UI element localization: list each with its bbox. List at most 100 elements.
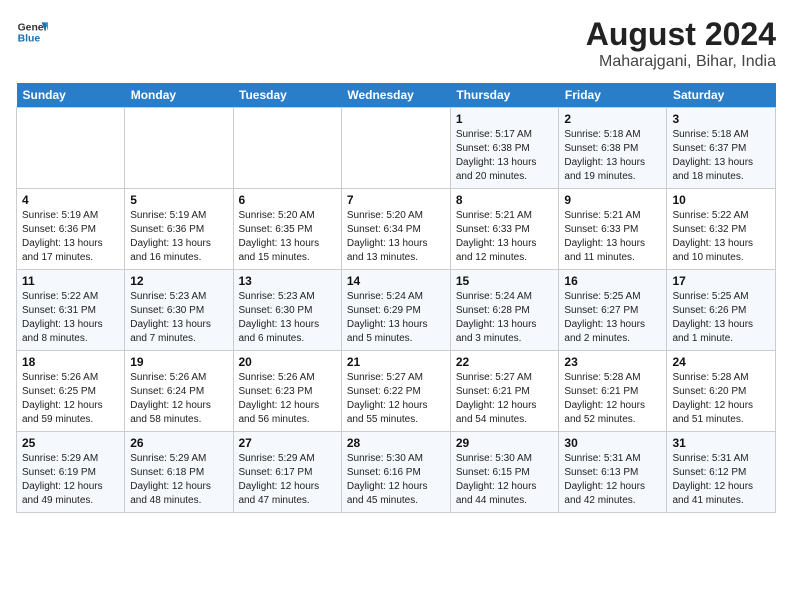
day-info: Sunrise: 5:29 AM Sunset: 6:19 PM Dayligh…: [22, 452, 119, 508]
day-info: Sunrise: 5:22 AM Sunset: 6:31 PM Dayligh…: [22, 290, 119, 346]
column-header-monday: Monday: [125, 83, 233, 108]
day-number: 11: [22, 274, 119, 288]
calendar-cell: 22 Sunrise: 5:27 AM Sunset: 6:21 PM Dayli…: [450, 351, 559, 432]
day-info: Sunrise: 5:23 AM Sunset: 6:30 PM Dayligh…: [239, 290, 336, 346]
day-info: Sunrise: 5:21 AM Sunset: 6:33 PM Dayligh…: [564, 209, 661, 265]
day-info: Sunrise: 5:19 AM Sunset: 6:36 PM Dayligh…: [22, 209, 119, 265]
calendar-cell: 7 Sunrise: 5:20 AM Sunset: 6:34 PM Daylig…: [341, 189, 450, 270]
day-number: 20: [239, 355, 336, 369]
day-info: Sunrise: 5:31 AM Sunset: 6:12 PM Dayligh…: [672, 452, 770, 508]
calendar-cell: 17 Sunrise: 5:25 AM Sunset: 6:26 PM Dayli…: [667, 270, 776, 351]
day-number: 25: [22, 436, 119, 450]
column-header-thursday: Thursday: [450, 83, 559, 108]
calendar-cell: [233, 108, 341, 189]
day-info: Sunrise: 5:31 AM Sunset: 6:13 PM Dayligh…: [564, 452, 661, 508]
day-info: Sunrise: 5:26 AM Sunset: 6:24 PM Dayligh…: [130, 371, 227, 427]
calendar-cell: 10 Sunrise: 5:22 AM Sunset: 6:32 PM Dayli…: [667, 189, 776, 270]
day-number: 22: [456, 355, 554, 369]
day-number: 4: [22, 193, 119, 207]
day-number: 30: [564, 436, 661, 450]
day-number: 1: [456, 112, 554, 126]
page-subtitle: Maharajgani, Bihar, India: [586, 53, 776, 71]
calendar-cell: 23 Sunrise: 5:28 AM Sunset: 6:21 PM Dayli…: [559, 351, 667, 432]
day-info: Sunrise: 5:28 AM Sunset: 6:21 PM Dayligh…: [564, 371, 661, 427]
calendar-cell: 5 Sunrise: 5:19 AM Sunset: 6:36 PM Daylig…: [125, 189, 233, 270]
page-title: August 2024: [586, 16, 776, 53]
day-info: Sunrise: 5:29 AM Sunset: 6:18 PM Dayligh…: [130, 452, 227, 508]
calendar-cell: 12Sunrise: 5:23 AM Sunset: 6:30 PM Dayli…: [125, 270, 233, 351]
day-info: Sunrise: 5:25 AM Sunset: 6:26 PM Dayligh…: [672, 290, 770, 346]
calendar-cell: 28 Sunrise: 5:30 AM Sunset: 6:16 PM Dayli…: [341, 432, 450, 513]
day-info: Sunrise: 5:30 AM Sunset: 6:16 PM Dayligh…: [347, 452, 445, 508]
day-number: 16: [564, 274, 661, 288]
day-info: Sunrise: 5:18 AM Sunset: 6:38 PM Dayligh…: [564, 128, 661, 184]
calendar-cell: 30 Sunrise: 5:31 AM Sunset: 6:13 PM Dayli…: [559, 432, 667, 513]
calendar-cell: 9 Sunrise: 5:21 AM Sunset: 6:33 PM Daylig…: [559, 189, 667, 270]
day-info: Sunrise: 5:28 AM Sunset: 6:20 PM Dayligh…: [672, 371, 770, 427]
day-info: Sunrise: 5:22 AM Sunset: 6:32 PM Dayligh…: [672, 209, 770, 265]
calendar-week-5: 25 Sunrise: 5:29 AM Sunset: 6:19 PM Dayli…: [17, 432, 776, 513]
calendar-cell: 25 Sunrise: 5:29 AM Sunset: 6:19 PM Dayli…: [17, 432, 125, 513]
calendar-cell: 2 Sunrise: 5:18 AM Sunset: 6:38 PM Daylig…: [559, 108, 667, 189]
day-number: 10: [672, 193, 770, 207]
calendar-week-3: 11 Sunrise: 5:22 AM Sunset: 6:31 PM Dayli…: [17, 270, 776, 351]
day-number: 14: [347, 274, 445, 288]
column-header-tuesday: Tuesday: [233, 83, 341, 108]
calendar-cell: [341, 108, 450, 189]
logo: General Blue: [16, 16, 48, 48]
day-number: 29: [456, 436, 554, 450]
day-number: 24: [672, 355, 770, 369]
day-number: 13: [239, 274, 336, 288]
calendar-cell: [125, 108, 233, 189]
day-info: Sunrise: 5:24 AM Sunset: 6:29 PM Dayligh…: [347, 290, 445, 346]
day-info: Sunrise: 5:23 AM Sunset: 6:30 PM Dayligh…: [130, 290, 227, 346]
column-header-sunday: Sunday: [17, 83, 125, 108]
day-info: Sunrise: 5:26 AM Sunset: 6:25 PM Dayligh…: [22, 371, 119, 427]
calendar-week-2: 4 Sunrise: 5:19 AM Sunset: 6:36 PM Daylig…: [17, 189, 776, 270]
day-info: Sunrise: 5:29 AM Sunset: 6:17 PM Dayligh…: [239, 452, 336, 508]
day-info: Sunrise: 5:27 AM Sunset: 6:21 PM Dayligh…: [456, 371, 554, 427]
calendar-cell: 15 Sunrise: 5:24 AM Sunset: 6:28 PM Dayli…: [450, 270, 559, 351]
day-info: Sunrise: 5:20 AM Sunset: 6:35 PM Dayligh…: [239, 209, 336, 265]
calendar-cell: [17, 108, 125, 189]
day-number: 2: [564, 112, 661, 126]
day-number: 15: [456, 274, 554, 288]
calendar-cell: 1 Sunrise: 5:17 AM Sunset: 6:38 PM Daylig…: [450, 108, 559, 189]
calendar-cell: 19 Sunrise: 5:26 AM Sunset: 6:24 PM Dayli…: [125, 351, 233, 432]
day-number: 26: [130, 436, 227, 450]
calendar-cell: 21Sunrise: 5:27 AM Sunset: 6:22 PM Dayli…: [341, 351, 450, 432]
day-info: Sunrise: 5:20 AM Sunset: 6:34 PM Dayligh…: [347, 209, 445, 265]
calendar-cell: 20 Sunrise: 5:26 AM Sunset: 6:23 PM Dayli…: [233, 351, 341, 432]
day-number: 19: [130, 355, 227, 369]
day-number: 23: [564, 355, 661, 369]
day-number: 17: [672, 274, 770, 288]
calendar-cell: 26 Sunrise: 5:29 AM Sunset: 6:18 PM Dayli…: [125, 432, 233, 513]
column-header-wednesday: Wednesday: [341, 83, 450, 108]
calendar-cell: 31Sunrise: 5:31 AM Sunset: 6:12 PM Dayli…: [667, 432, 776, 513]
day-number: 28: [347, 436, 445, 450]
calendar-cell: 6 Sunrise: 5:20 AM Sunset: 6:35 PM Daylig…: [233, 189, 341, 270]
calendar-cell: 27 Sunrise: 5:29 AM Sunset: 6:17 PM Dayli…: [233, 432, 341, 513]
calendar-table: SundayMondayTuesdayWednesdayThursdayFrid…: [16, 83, 776, 513]
day-info: Sunrise: 5:26 AM Sunset: 6:23 PM Dayligh…: [239, 371, 336, 427]
day-number: 18: [22, 355, 119, 369]
calendar-week-1: 1 Sunrise: 5:17 AM Sunset: 6:38 PM Daylig…: [17, 108, 776, 189]
calendar-cell: 24 Sunrise: 5:28 AM Sunset: 6:20 PM Dayli…: [667, 351, 776, 432]
day-info: Sunrise: 5:25 AM Sunset: 6:27 PM Dayligh…: [564, 290, 661, 346]
calendar-cell: 4 Sunrise: 5:19 AM Sunset: 6:36 PM Daylig…: [17, 189, 125, 270]
day-number: 27: [239, 436, 336, 450]
day-number: 5: [130, 193, 227, 207]
column-header-saturday: Saturday: [667, 83, 776, 108]
day-number: 6: [239, 193, 336, 207]
calendar-cell: 8Sunrise: 5:21 AM Sunset: 6:33 PM Daylig…: [450, 189, 559, 270]
day-info: Sunrise: 5:21 AM Sunset: 6:33 PM Dayligh…: [456, 209, 554, 265]
day-info: Sunrise: 5:19 AM Sunset: 6:36 PM Dayligh…: [130, 209, 227, 265]
column-header-friday: Friday: [559, 83, 667, 108]
day-info: Sunrise: 5:24 AM Sunset: 6:28 PM Dayligh…: [456, 290, 554, 346]
calendar-cell: 3Sunrise: 5:18 AM Sunset: 6:37 PM Daylig…: [667, 108, 776, 189]
day-number: 21: [347, 355, 445, 369]
day-number: 9: [564, 193, 661, 207]
day-info: Sunrise: 5:17 AM Sunset: 6:38 PM Dayligh…: [456, 128, 554, 184]
day-number: 7: [347, 193, 445, 207]
calendar-cell: 29Sunrise: 5:30 AM Sunset: 6:15 PM Dayli…: [450, 432, 559, 513]
